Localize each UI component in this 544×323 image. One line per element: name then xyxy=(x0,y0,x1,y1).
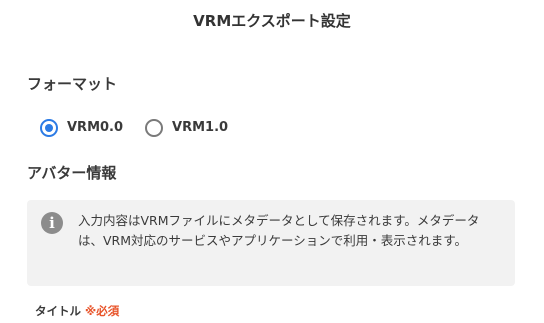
info-notice-text: 入力内容はVRMファイルにメタデータとして保存されます。メタデータは、VRM対応… xyxy=(78,213,480,248)
title-field-label: タイトル ※必須 xyxy=(35,303,119,319)
format-radio-group: VRM0.0 VRM1.0 xyxy=(40,117,250,139)
info-icon: i xyxy=(41,212,63,234)
format-heading: フォーマット xyxy=(27,75,118,93)
radio-label-vrm1: VRM1.0 xyxy=(172,120,229,135)
required-mark: ※必須 xyxy=(85,304,120,318)
radio-option-vrm0[interactable]: VRM0.0 xyxy=(40,119,123,137)
radio-button-selected[interactable] xyxy=(40,119,58,137)
dialog-title: VRMエクスポート設定 xyxy=(193,12,351,30)
radio-dot xyxy=(45,124,53,132)
radio-label-vrm0: VRM0.0 xyxy=(67,120,124,135)
title-label-text: タイトル xyxy=(35,304,81,318)
avatar-info-heading: アバター情報 xyxy=(27,164,117,182)
radio-option-vrm1[interactable]: VRM1.0 xyxy=(145,119,228,137)
radio-button-unselected[interactable] xyxy=(145,119,164,137)
info-notice-box: i 入力内容はVRMファイルにメタデータとして保存されます。メタデータは、VRM… xyxy=(27,200,515,286)
export-settings-dialog: VRMエクスポート設定 フォーマット VRM0.0 VRM1.0 アバター情報 … xyxy=(0,0,544,323)
